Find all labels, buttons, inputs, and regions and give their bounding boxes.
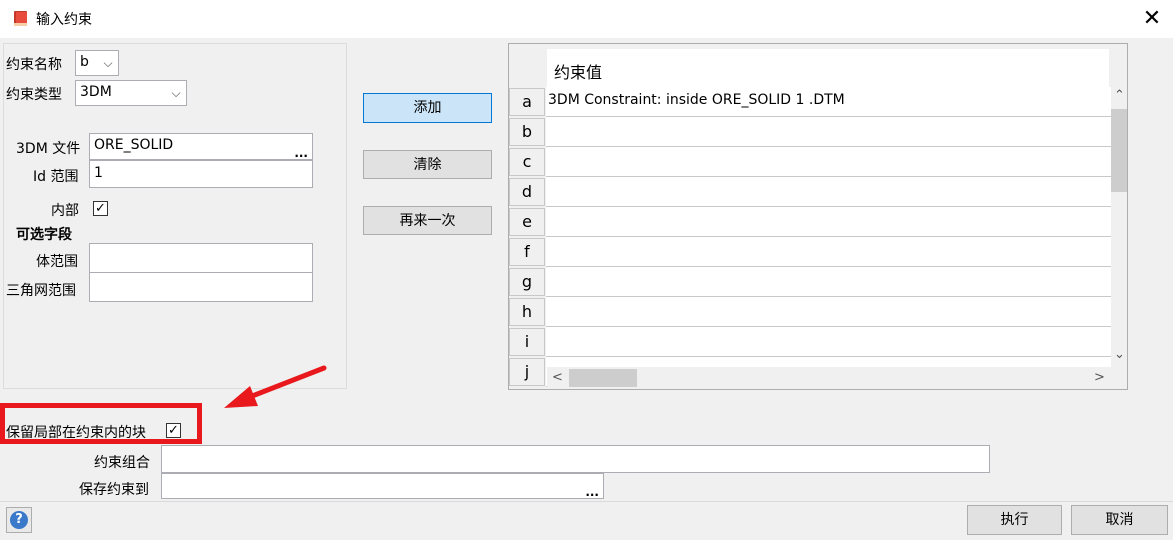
grid-value-cell[interactable] [546, 177, 1111, 207]
grid-row-header[interactable]: d [509, 178, 545, 206]
keep-blocks-label: 保留局部在约束内的块 [6, 425, 146, 441]
horizontal-scroll-thumb[interactable] [569, 369, 637, 387]
grid-value-cell[interactable] [546, 117, 1111, 147]
grid-value-cell[interactable] [546, 237, 1111, 267]
grid-row-header[interactable]: a [509, 88, 545, 116]
add-button[interactable]: 添加 [363, 93, 492, 123]
id-range-label: Id 范围 [33, 169, 79, 185]
help-button[interactable]: ? [6, 507, 32, 533]
grid-value-cell[interactable] [546, 327, 1111, 357]
file-field[interactable]: ORE_SOLID ... [89, 133, 313, 160]
footer-divider [0, 501, 1173, 502]
tri-range-label: 三角网范围 [6, 283, 76, 299]
optional-fields-heading: 可选字段 [16, 227, 72, 243]
cancel-button[interactable]: 取消 [1071, 505, 1168, 535]
constraint-type-label: 约束类型 [6, 87, 62, 103]
file-value: ORE_SOLID [94, 137, 174, 153]
constraint-values-grid: 约束值 a 3DM Constraint: inside ORE_SOLID 1 … [508, 43, 1128, 390]
title-bar [0, 0, 1173, 38]
constraint-name-select[interactable]: b ⌵ [75, 50, 119, 76]
clear-button[interactable]: 清除 [363, 150, 492, 179]
grid-value-cell[interactable] [546, 297, 1111, 327]
save-to-field[interactable]: ... [161, 473, 604, 499]
file-label: 3DM 文件 [16, 141, 81, 157]
combination-label: 约束组合 [94, 455, 150, 471]
grid-row-header[interactable]: c [509, 148, 545, 176]
red-arrow-annotation [224, 365, 327, 408]
grid-value-cell[interactable] [546, 267, 1111, 297]
grid-row-header[interactable]: b [509, 118, 545, 146]
inside-label: 内部 [51, 203, 79, 219]
grid-row-header[interactable]: i [509, 328, 545, 356]
body-range-field[interactable] [89, 243, 313, 273]
grid-value-cell[interactable] [546, 147, 1111, 177]
constraint-name-value: b [80, 54, 89, 70]
chevron-down-icon: ⌵ [171, 86, 181, 100]
grid-row-header[interactable]: f [509, 238, 545, 266]
id-range-value: 1 [94, 165, 103, 181]
body-range-label: 体范围 [36, 254, 78, 270]
inside-checkbox[interactable]: ✓ [93, 201, 108, 216]
scroll-up-icon[interactable]: ⌃ [1111, 88, 1127, 103]
app-book-icon [14, 11, 27, 26]
browse-button[interactable]: ... [294, 147, 308, 159]
close-icon[interactable]: ✕ [1138, 5, 1166, 33]
grid-value-cell[interactable]: 3DM Constraint: inside ORE_SOLID 1 .DTM [546, 87, 1111, 117]
execute-button[interactable]: 执行 [967, 505, 1062, 535]
scroll-right-icon[interactable]: > [1091, 370, 1108, 385]
save-to-label: 保存约束到 [79, 482, 149, 498]
constraint-type-select[interactable]: 3DM ⌵ [75, 80, 187, 106]
save-browse-button[interactable]: ... [585, 486, 599, 498]
grid-header: 约束值 [547, 49, 1109, 87]
repeat-button[interactable]: 再来一次 [363, 206, 492, 235]
grid-value-cell[interactable] [546, 207, 1111, 237]
vertical-scroll-thumb[interactable] [1111, 109, 1127, 192]
grid-row-header[interactable]: g [509, 268, 545, 296]
grid-row-header[interactable]: j [509, 358, 545, 386]
combination-field[interactable] [161, 445, 990, 473]
scroll-left-icon[interactable]: < [549, 370, 566, 385]
help-icon: ? [10, 511, 28, 529]
scroll-down-icon[interactable]: ⌄ [1111, 347, 1127, 362]
constraint-name-label: 约束名称 [6, 57, 62, 73]
grid-header-label: 约束值 [554, 63, 603, 82]
window-title: 输入约束 [36, 12, 92, 28]
grid-row-header[interactable]: e [509, 208, 545, 236]
tri-range-field[interactable] [89, 272, 313, 302]
id-range-field[interactable]: 1 [89, 160, 313, 188]
chevron-down-icon: ⌵ [103, 56, 113, 70]
constraint-type-value: 3DM [80, 84, 112, 100]
keep-blocks-checkbox[interactable]: ✓ [166, 423, 181, 438]
grid-row-header[interactable]: h [509, 298, 545, 326]
grid-cell-text: 3DM Constraint: inside ORE_SOLID 1 .DTM [548, 92, 845, 108]
